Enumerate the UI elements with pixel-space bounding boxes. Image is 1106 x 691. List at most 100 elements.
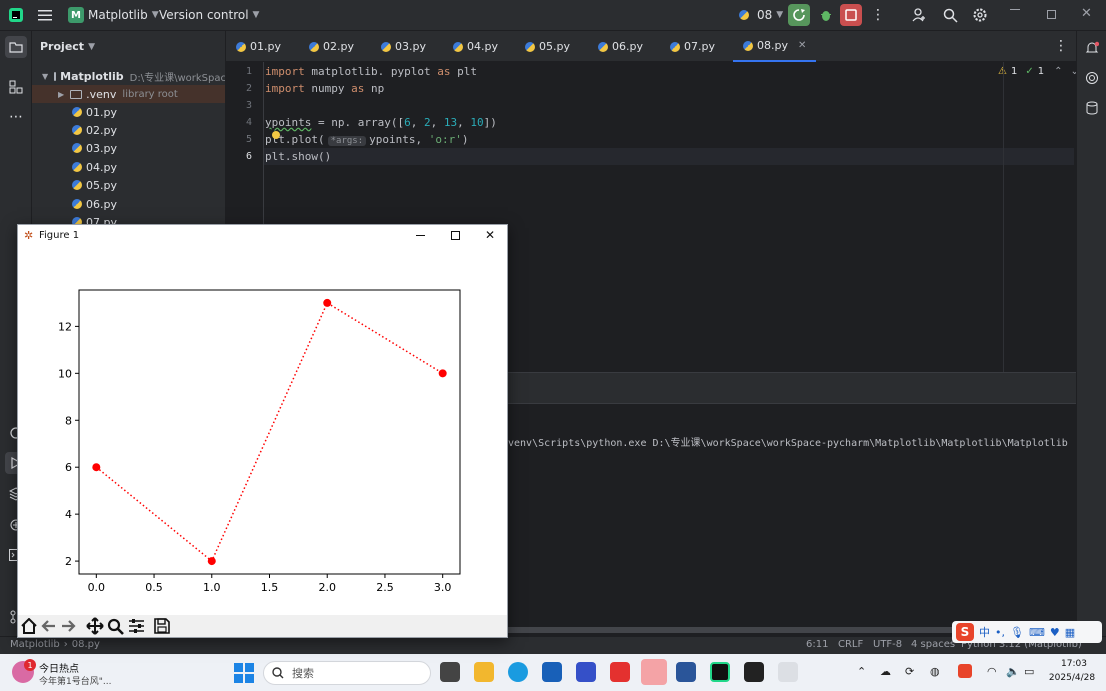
- news-subtitle[interactable]: 今年第1号台风"...: [39, 674, 111, 687]
- tree-file[interactable]: 01.py: [32, 103, 225, 121]
- tree-file[interactable]: 04.py: [32, 158, 225, 176]
- check-count: 1: [1037, 66, 1045, 77]
- inspection-widget[interactable]: ⚠1 ✓1 ⌃ ⌄: [998, 66, 1079, 77]
- home-icon[interactable]: [20, 617, 38, 635]
- onedrive-icon[interactable]: ☁: [880, 665, 891, 678]
- chevron-up-icon[interactable]: ⌃: [1054, 66, 1062, 77]
- minimize-button[interactable]: [1010, 9, 1020, 10]
- tree-file[interactable]: 06.py: [32, 195, 225, 213]
- zoom-icon[interactable]: [106, 617, 124, 635]
- task-view-icon[interactable]: [440, 662, 460, 682]
- main-menu-icon[interactable]: [34, 4, 56, 26]
- more-actions-icon[interactable]: ⋮: [867, 4, 889, 26]
- file-label: 02.py: [86, 123, 117, 137]
- more-tools-icon[interactable]: ⋯: [5, 106, 27, 128]
- tab-03[interactable]: 03.py: [381, 31, 426, 62]
- file-encoding[interactable]: UTF-8: [873, 639, 902, 650]
- whiteboard-icon[interactable]: [576, 662, 596, 682]
- tab-05[interactable]: 05.py: [525, 31, 570, 62]
- search-icon[interactable]: [939, 4, 961, 26]
- database-icon[interactable]: [1081, 97, 1103, 119]
- taskbar-search[interactable]: 搜索: [263, 661, 431, 685]
- chevron-up-icon[interactable]: ⌃: [857, 665, 866, 678]
- apps-grid-icon[interactable]: ▦: [1065, 626, 1075, 639]
- figure-maximize-button[interactable]: [451, 231, 460, 240]
- intention-bulb-icon[interactable]: [272, 131, 280, 139]
- volume-icon[interactable]: 🔈: [1006, 665, 1020, 678]
- figure-minimize-button[interactable]: [416, 235, 425, 236]
- matplotlib-figure-window[interactable]: ✲ Figure 1 ✕ 0.0 0.5 1.0 1.5 2.0 2.5 3.0 2 4 6 8 10…: [17, 224, 508, 638]
- edge-icon[interactable]: [508, 662, 528, 682]
- clock-time[interactable]: 17:03: [1050, 659, 1098, 669]
- ime-toolbar[interactable]: S 中 •, 🎙 ⌨ ♥ ▦: [952, 621, 1102, 643]
- sogou-tray-icon[interactable]: [958, 664, 972, 678]
- clock-date[interactable]: 2025/4/28: [1046, 673, 1098, 683]
- y-tick-label: 4: [65, 508, 72, 521]
- store-icon[interactable]: [542, 662, 562, 682]
- terminal-taskbar-icon[interactable]: [744, 662, 764, 682]
- tab-07[interactable]: 07.py: [670, 31, 715, 62]
- code-token: numpy: [304, 82, 352, 95]
- close-tab-icon[interactable]: ✕: [798, 40, 806, 51]
- line-separator[interactable]: CRLF: [838, 639, 863, 650]
- wechat-icon[interactable]: [641, 659, 667, 685]
- tree-file[interactable]: 03.py: [32, 139, 225, 157]
- tab-04[interactable]: 04.py: [453, 31, 498, 62]
- figure-title-bar[interactable]: ✲ Figure 1 ✕: [18, 225, 507, 247]
- ime-language[interactable]: 中: [979, 624, 990, 640]
- punctuation-icon[interactable]: •,: [995, 626, 1005, 639]
- python-icon: [739, 10, 749, 20]
- wifi-icon[interactable]: ◠: [987, 665, 997, 678]
- sync-icon[interactable]: ⟳: [905, 665, 914, 678]
- wps-icon[interactable]: [610, 662, 630, 682]
- save-figure-icon[interactable]: [153, 617, 171, 635]
- file-explorer-icon[interactable]: [474, 662, 494, 682]
- tab-06[interactable]: 06.py: [598, 31, 643, 62]
- start-button[interactable]: [234, 663, 254, 683]
- keyboard-icon[interactable]: ⌨: [1029, 626, 1045, 639]
- tree-file[interactable]: 02.py: [32, 121, 225, 139]
- tree-venv[interactable]: ▶ .venv library root: [32, 85, 225, 103]
- structure-tool-icon[interactable]: [5, 76, 27, 98]
- news-title[interactable]: 今日热点: [39, 660, 79, 675]
- ai-assistant-icon[interactable]: [1081, 67, 1103, 89]
- battery-icon[interactable]: ▭: [1024, 665, 1034, 678]
- word-icon[interactable]: [676, 662, 696, 682]
- breadcrumb[interactable]: Matplotlib › 08.py: [10, 639, 100, 650]
- line-number: 3: [245, 100, 252, 111]
- vcs-widget[interactable]: Version control ▼: [159, 8, 259, 22]
- python-figure-taskbar-icon[interactable]: [778, 662, 798, 682]
- run-config-selector[interactable]: 08 ▼: [739, 8, 783, 22]
- tree-root[interactable]: ▼ Matplotlib D:\专业课\workSpace\w: [32, 67, 225, 85]
- skin-icon[interactable]: ♥: [1050, 626, 1060, 639]
- configure-subplots-icon[interactable]: [127, 617, 145, 635]
- tab-01[interactable]: 01.py: [236, 31, 281, 62]
- tray-app-icon[interactable]: ◍: [930, 665, 940, 678]
- line-number: 5: [245, 134, 252, 145]
- indent-setting[interactable]: 4 spaces: [911, 639, 955, 650]
- pycharm-taskbar-icon[interactable]: [710, 662, 730, 682]
- project-switcher[interactable]: M Matplotlib ▼: [68, 7, 159, 23]
- back-arrow-icon[interactable]: [40, 617, 58, 635]
- debug-icon[interactable]: [815, 4, 837, 26]
- tab-02[interactable]: 02.py: [309, 31, 354, 62]
- tab-options-icon[interactable]: ⋮: [1054, 38, 1068, 54]
- project-tool-icon[interactable]: [5, 36, 27, 58]
- close-window-button[interactable]: ✕: [1081, 6, 1092, 21]
- pan-icon[interactable]: [86, 617, 104, 635]
- stop-button[interactable]: [840, 4, 862, 26]
- notifications-icon[interactable]: [1081, 37, 1103, 59]
- tab-08[interactable]: 08.py ✕: [733, 31, 817, 62]
- data-point: [323, 298, 332, 307]
- forward-arrow-icon[interactable]: [59, 617, 77, 635]
- figure-close-button[interactable]: ✕: [485, 228, 495, 242]
- project-panel-header[interactable]: Project ▼: [40, 40, 95, 53]
- tree-file[interactable]: 05.py: [32, 176, 225, 194]
- caret-position[interactable]: 6:11: [806, 639, 828, 650]
- maximize-button[interactable]: [1047, 10, 1056, 19]
- gear-icon[interactable]: [969, 4, 991, 26]
- add-user-icon[interactable]: [908, 4, 930, 26]
- code-line-6: plt.show(): [265, 150, 332, 163]
- rerun-button[interactable]: [788, 4, 810, 26]
- microphone-icon[interactable]: 🎙: [1010, 626, 1024, 639]
